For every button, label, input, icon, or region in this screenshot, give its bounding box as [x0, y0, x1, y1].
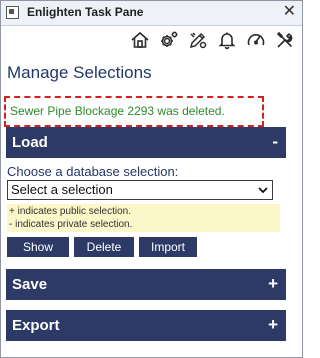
task-pane-window: Enlighten Task Pane ✕ Manage Selections … — [0, 0, 303, 358]
selection-dropdown[interactable]: Select a selection — [7, 180, 273, 200]
page-title: Manage Selections — [7, 63, 152, 82]
home-icon — [131, 31, 149, 48]
home-button[interactable] — [129, 29, 151, 51]
window-title: Enlighten Task Pane — [27, 5, 144, 19]
toolbar — [129, 29, 296, 51]
collapse-toggle[interactable]: - — [272, 132, 278, 152]
tools-button[interactable] — [274, 29, 296, 51]
status-message: Sewer Pipe Blockage 2293 was deleted. — [10, 104, 225, 118]
expand-toggle[interactable]: + — [268, 274, 278, 294]
settings-button[interactable] — [158, 29, 180, 51]
dashboard-button[interactable] — [245, 29, 267, 51]
bell-icon — [218, 32, 236, 50]
load-section-title: Load — [12, 134, 48, 151]
status-message-box: Sewer Pipe Blockage 2293 was deleted. — [4, 96, 264, 127]
show-button[interactable]: Show — [7, 237, 69, 257]
export-section-title: Export — [12, 317, 60, 334]
close-button[interactable]: ✕ — [283, 3, 296, 21]
export-section-header[interactable]: Export + — [6, 310, 286, 341]
expand-toggle[interactable]: + — [268, 315, 278, 335]
edit-tools-button[interactable] — [187, 29, 209, 51]
legend-private-text: - indicates private selection. — [9, 219, 133, 230]
import-button[interactable]: Import — [139, 237, 197, 257]
title-bar: Enlighten Task Pane ✕ — [1, 1, 302, 26]
delete-button[interactable]: Delete — [74, 237, 134, 257]
tools-icon — [276, 31, 293, 48]
app-window-icon — [6, 6, 19, 19]
legend-public-text: + indicates public selection. — [9, 206, 132, 217]
settings-cog-icon — [161, 31, 178, 47]
save-section-title: Save — [12, 276, 48, 293]
load-section-header[interactable]: Load - — [6, 127, 286, 158]
edit-tools-icon — [189, 32, 207, 49]
gauge-icon — [247, 34, 265, 46]
notifications-button[interactable] — [216, 29, 238, 51]
selection-legend: + indicates public selection. - indicate… — [7, 204, 280, 232]
save-section-header[interactable]: Save + — [6, 269, 286, 300]
chevron-down-icon — [258, 187, 268, 194]
selection-dropdown-value: Select a selection — [11, 182, 113, 197]
choose-selection-label: Choose a database selection: — [7, 164, 179, 179]
